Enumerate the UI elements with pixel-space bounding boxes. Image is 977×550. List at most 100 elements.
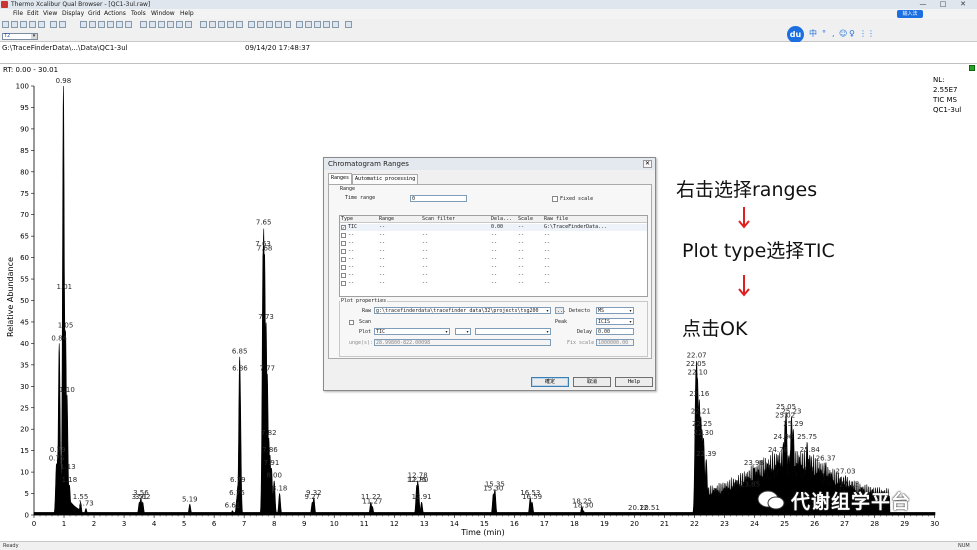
cancel-button[interactable]: 取消 — [573, 377, 611, 387]
y-tick-label: 40 — [20, 340, 29, 348]
help-button[interactable]: Help — [615, 377, 653, 387]
ime-emoji-icon[interactable]: ☺ — [839, 29, 847, 39]
copy-icon[interactable] — [29, 21, 36, 28]
filter-icon[interactable] — [296, 21, 303, 28]
chromatogram-icon[interactable] — [140, 21, 147, 28]
zoom-in-icon[interactable] — [50, 21, 57, 28]
row-checkbox[interactable] — [341, 265, 346, 270]
minimize-button[interactable]: — — [916, 0, 930, 9]
spectrum-icon[interactable] — [149, 21, 156, 28]
row-checkbox[interactable] — [341, 273, 346, 278]
x-tick-label: 2 — [92, 520, 96, 528]
fixed-scale-checkbox[interactable] — [552, 196, 558, 202]
options-icon[interactable] — [185, 21, 192, 28]
ime-user-icon[interactable]: ♀ — [849, 29, 855, 39]
ime-halfwidth-icon[interactable]: ° — [822, 29, 826, 39]
x-tick-label: 6 — [212, 520, 217, 528]
time-range-input[interactable]: 0 — [410, 195, 467, 202]
library-icon[interactable] — [314, 21, 321, 28]
elemental-icon[interactable] — [323, 21, 330, 28]
menu-grid[interactable]: Grid — [88, 9, 101, 19]
plot-selector[interactable]: T2 ▾ — [2, 33, 38, 40]
grid-5-icon[interactable] — [236, 21, 243, 28]
grid-3-icon[interactable] — [218, 21, 225, 28]
menu-tools[interactable]: Tools — [131, 9, 146, 19]
menu-view[interactable]: View — [43, 9, 57, 19]
raw-file-select[interactable]: g:\tracefinderdata\tracefinder data\32\p… — [374, 307, 551, 314]
print-icon[interactable] — [20, 21, 27, 28]
ime-menu-icon[interactable]: ⋮⋮ — [859, 29, 875, 39]
row-checkbox[interactable] — [341, 257, 346, 262]
maximize-button[interactable]: □ — [936, 0, 950, 9]
ime-badge[interactable]: 输入法 — [897, 10, 923, 18]
ime-punct-icon[interactable]: , — [832, 29, 835, 39]
detector-select[interactable]: MS ▾ — [596, 307, 634, 314]
export-icon[interactable] — [305, 21, 312, 28]
tab-ranges[interactable]: Ranges — [328, 173, 353, 184]
grid-row[interactable]: -- -- -- -- -- -- — [340, 280, 647, 287]
forward-icon[interactable] — [89, 21, 96, 28]
menu-file[interactable]: File — [13, 9, 23, 19]
peak-label: 1.13 — [60, 463, 76, 471]
layout-3-icon[interactable] — [266, 21, 273, 28]
back-icon[interactable] — [80, 21, 87, 28]
plot-option-select[interactable]: ▾ — [455, 328, 471, 335]
plot-extra-select[interactable]: ▾ — [475, 328, 551, 335]
menu-display[interactable]: Display — [62, 9, 84, 19]
grid-row[interactable]: ✓ TIC -- 0.00 -- G:\TraceFinderData... — [340, 224, 647, 231]
grid-cell-range: -- — [379, 256, 386, 262]
window-title: Thermo Xcalibur Qual Browser - [QC1-3ul.… — [11, 1, 151, 8]
zoom-out-icon[interactable] — [59, 21, 66, 28]
menu-window[interactable]: Window — [151, 9, 175, 19]
layout-2-icon[interactable] — [257, 21, 264, 28]
peak-select[interactable]: ICIS ▾ — [596, 318, 634, 325]
row-checkbox[interactable] — [341, 249, 346, 254]
grid-1-icon[interactable] — [200, 21, 207, 28]
report-icon[interactable] — [167, 21, 174, 28]
grid-row[interactable]: -- -- -- -- -- -- — [340, 232, 647, 239]
pin-icon[interactable] — [98, 21, 105, 28]
map-icon[interactable] — [158, 21, 165, 28]
normalize-icon[interactable] — [107, 21, 114, 28]
grid-row[interactable]: -- -- -- -- -- -- — [340, 248, 647, 255]
close-button[interactable]: ✕ — [956, 0, 970, 9]
info-icon[interactable] — [332, 21, 339, 28]
autoscale-icon[interactable] — [116, 21, 123, 28]
row-checkbox[interactable] — [341, 241, 346, 246]
row-checkbox[interactable] — [341, 233, 346, 238]
menu-edit[interactable]: Edit — [27, 9, 39, 19]
delay-input[interactable]: 0.00 — [596, 328, 634, 335]
save-icon[interactable] — [11, 21, 18, 28]
grid-row[interactable]: -- -- -- -- -- -- — [340, 272, 647, 279]
mass-range-input[interactable]: 28.99800-822.00098 — [374, 339, 551, 346]
menu-help[interactable]: Help — [180, 9, 194, 19]
peak-label: 12.91 — [412, 493, 432, 501]
plot-type-select[interactable]: TIC ▾ — [374, 328, 450, 335]
layout-4-icon[interactable] — [275, 21, 282, 28]
browse-button[interactable]: ... — [555, 307, 566, 314]
grid-2-icon[interactable] — [209, 21, 216, 28]
ok-button[interactable]: 確定 — [531, 377, 569, 387]
layout-5-icon[interactable] — [284, 21, 291, 28]
paste-icon[interactable] — [38, 21, 45, 28]
row-checkbox[interactable]: ✓ — [341, 225, 346, 230]
layout-1-icon[interactable] — [248, 21, 255, 28]
y-tick-label: 35 — [20, 361, 29, 369]
grid-row[interactable]: -- -- -- -- -- -- — [340, 240, 647, 247]
tab-automatic-processing[interactable]: Automatic processing — [352, 174, 419, 184]
ime-logo[interactable]: du — [787, 26, 804, 43]
help-icon[interactable] — [345, 21, 352, 28]
grid-4-icon[interactable] — [227, 21, 234, 28]
row-checkbox[interactable] — [341, 281, 346, 286]
dialog-close-button[interactable]: ✕ — [643, 160, 652, 168]
fix-scale-input[interactable]: 1000000.00 — [596, 339, 634, 346]
grid-row[interactable]: -- -- -- -- -- -- — [340, 264, 647, 271]
open-icon[interactable] — [2, 21, 9, 28]
scan-checkbox[interactable] — [349, 320, 354, 325]
grid-row[interactable]: -- -- -- -- -- -- — [340, 256, 647, 263]
menu-actions[interactable]: Actions — [104, 9, 126, 19]
scale-icon[interactable] — [125, 21, 132, 28]
ime-chinese-icon[interactable]: 中 — [809, 29, 817, 39]
ranges-icon[interactable] — [176, 21, 183, 28]
chevron-down-icon: ▾ — [31, 33, 37, 39]
